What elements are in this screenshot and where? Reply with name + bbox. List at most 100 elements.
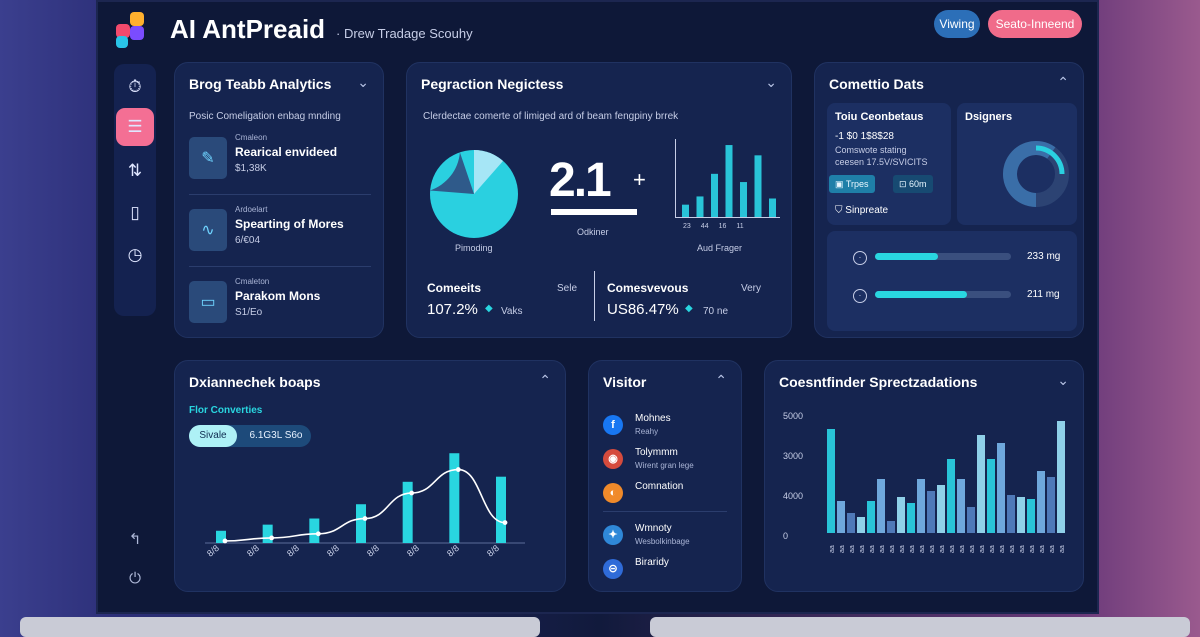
card-line: ceesen 17.5V/SVICITS [835,157,928,167]
x-tick-label: aa [959,545,966,553]
mini-chart-caption: Aud Frager [697,243,743,253]
card-footer: ⛉ Sinpreate [835,205,889,216]
big-number: 2.1 [549,154,612,207]
start-button[interactable]: Seato-Inneend [988,10,1082,38]
visitor-sub: Wesbolkinbage [635,537,690,546]
chip-types[interactable]: ▣ Trpes [829,175,875,193]
mini-bar [725,145,733,217]
twitter-icon: ✦ [603,525,623,545]
app-logo [116,12,154,48]
visitor-name: Comnation [635,481,684,492]
x-tick-label: aa [839,545,846,553]
timer-icon: ⏱ [128,77,142,96]
chevron-up-icon[interactable]: ⌃ [1057,74,1069,91]
metric-value: 107.2% [427,301,478,318]
list-item[interactable]: ✎ Cmaleon Rearical envideed $1,38K [189,133,371,183]
mini-bar [711,173,718,217]
gauge-card[interactable]: Dsigners [957,103,1077,225]
mini-tick: 16 [718,223,727,230]
panel-title: Coesntfinder Sprectzadations [779,374,978,390]
x-tick-label: aa [1009,545,1016,553]
panel-analytics: Brog Teabb Analytics ⌄ Posic Comeligatio… [174,62,384,338]
rail-phone-button[interactable]: ▯ [116,194,154,232]
item-name: Parakom Mons [235,289,321,303]
chevron-up-icon[interactable]: ⌃ [539,372,551,389]
rail-timer-button[interactable]: ⏱ [116,68,154,106]
list-item[interactable]: ∿ Ardoelart Spearting of Mores 6/€04 [189,205,371,255]
x-tick-label: aa [969,545,976,553]
pie-caption: Pimoding [455,243,493,253]
rail-sort-button[interactable]: ⇅ [116,152,154,190]
panel-title: Comettio Dats [829,76,924,92]
x-tick-label: 8/8 [285,542,302,559]
visitor-source[interactable]: ⊝ Biraridy [603,557,723,587]
chip-label: Trpes [845,179,869,189]
visitor-source[interactable]: ✦ Wmnoty Wesbolkinbage [603,523,723,553]
x-tick-label: aa [1029,545,1036,553]
x-tick-label: 8/8 [485,542,502,559]
metric-small: 70 ne [703,306,729,317]
card-line: Comswote stating [835,145,907,155]
x-tick-label: aa [979,545,986,553]
chevron-down-icon[interactable]: ⌄ [765,74,777,91]
rail-menu-button[interactable]: ☰ [116,108,154,146]
item-value: S1/Eo [235,307,263,318]
conversion-bar [356,504,366,543]
conversion-xlabels: 8/8 8/8 8/8 8/8 8/8 8/8 8/8 8/8 [205,543,525,575]
mini-tick: 44 [700,223,709,230]
compass-icon: ◐ [603,483,623,503]
chip-time[interactable]: ⊡ 60m [893,175,933,193]
trend-point [222,538,228,544]
panel-subtitle: Flor Converties [189,405,263,416]
rail-clock-button[interactable]: ◷ [116,236,154,274]
card-icon: ▭ [189,281,227,323]
panel-visitor: Visitor ⌃ f Mohnes Reahy ◉ Tolymmm Wiren… [588,360,742,592]
spec-bar [937,485,945,533]
x-tick-label: aa [1059,545,1066,553]
chevron-up-icon[interactable]: ⌃ [715,372,727,389]
view-button[interactable]: Viwing [934,10,980,38]
chevron-down-icon[interactable]: ⌄ [1057,372,1069,389]
spec-bar [887,521,895,533]
progress-label: 233 mg [1027,251,1061,262]
mini-bar [696,196,704,217]
chip-label: 60m [909,179,927,189]
spec-bar [1057,421,1065,533]
panel-data: Comettio Dats ⌃ Toiu Ceonbetaus -1 $0 1$… [814,62,1084,338]
x-tick-label: aa [1019,545,1026,553]
x-tick-label: aa [879,545,886,553]
share-icon[interactable]: ↰ [122,530,148,548]
app-title: AI AntPreaid [170,14,326,44]
data-card[interactable]: Toiu Ceonbetaus -1 $0 1$8$28 Comswote st… [827,103,951,225]
metric-right-label: Sele [557,283,578,294]
x-tick-label: 8/8 [205,542,222,559]
trend-point [502,520,508,525]
visitor-source[interactable]: ◐ Comnation [603,481,723,511]
monitor-stand-left [20,617,540,637]
metric-label: Comesvevous [607,281,689,295]
chevron-down-icon[interactable]: ⌄ [357,74,369,91]
visitor-source[interactable]: ◉ Tolymmm Wirent gran lege [603,447,723,477]
specialization-chart [827,421,1065,533]
progress-bar [875,253,1011,260]
power-icon[interactable]: ⏻ [122,570,148,587]
left-rail: ⏱ ☰ ⇅ ▯ ◷ [114,64,156,316]
spec-bar [827,429,835,533]
list-item[interactable]: ▭ Cmaleton Parakom Mons S1/Eo [189,277,371,327]
spec-bar [857,517,865,533]
visitor-source[interactable]: f Mohnes Reahy [603,413,723,443]
card-line: -1 $0 1$8$28 [835,131,894,142]
mini-bar-svg [682,145,776,217]
spec-bar [1037,471,1045,533]
monitor-stand-right [650,617,1190,637]
big-number-caption: Odkiner [577,227,609,237]
wave-icon: ∿ [189,209,227,251]
clock-icon: ◷ [127,245,143,264]
x-tick-label: aa [899,545,906,553]
metric-divider [594,271,595,321]
visitor-name: Mohnes [635,413,671,424]
app-subtitle: · Drew Tradage Scouhy [336,26,473,41]
pie-chart [429,150,518,238]
y-tick: 0 [783,531,789,541]
trend-point [409,490,415,496]
